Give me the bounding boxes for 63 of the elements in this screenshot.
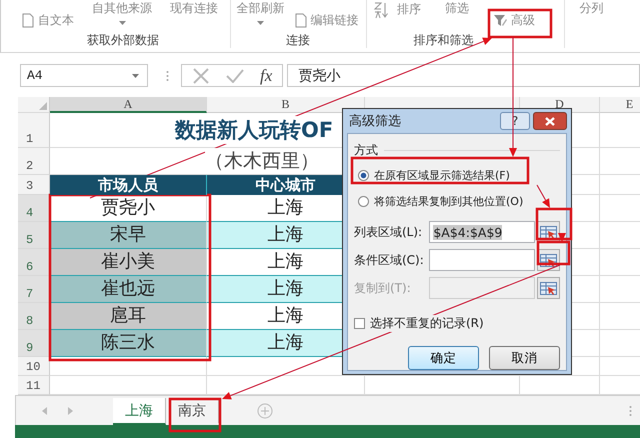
more-icon bbox=[166, 70, 169, 82]
row-number: 6 bbox=[18, 249, 50, 276]
name-box[interactable]: A4 bbox=[20, 64, 148, 87]
insert-function-button[interactable]: fx bbox=[260, 66, 272, 86]
document-icon bbox=[22, 12, 34, 28]
scroll-right-icon[interactable] bbox=[68, 406, 73, 414]
sheet-tab[interactable]: 南京 bbox=[166, 398, 219, 423]
row-number: 4 bbox=[18, 195, 50, 222]
formula-field[interactable]: 贾尧小 bbox=[287, 64, 640, 87]
dialog-button[interactable]: 取消 bbox=[489, 346, 560, 370]
column-header[interactable]: B bbox=[207, 97, 365, 113]
highlight-box bbox=[488, 8, 552, 38]
row-number: 8 bbox=[18, 303, 50, 330]
row-number: 2 bbox=[18, 148, 50, 175]
scroll-left-icon[interactable] bbox=[42, 406, 47, 414]
group-label: 获取外部数据 bbox=[86, 32, 160, 48]
close-icon bbox=[545, 116, 555, 126]
group-label: 排序和筛选 bbox=[412, 32, 475, 48]
highlight-box bbox=[168, 398, 222, 432]
row-number: 7 bbox=[18, 276, 50, 303]
table-cell: 陈三水 bbox=[50, 330, 207, 357]
more-icon[interactable] bbox=[629, 404, 632, 416]
highlight-box bbox=[536, 208, 572, 240]
table-cell: 崔也远 bbox=[50, 276, 207, 303]
header-cell: 市场人员 bbox=[50, 175, 207, 195]
cancel-icon[interactable] bbox=[192, 66, 210, 84]
caret-icon bbox=[257, 21, 264, 25]
column-header[interactable]: A bbox=[50, 97, 207, 113]
annotation-arrow bbox=[536, 184, 550, 208]
row-number: 9 bbox=[18, 330, 50, 357]
group-label: 连接 bbox=[285, 32, 312, 48]
select-all-icon[interactable] bbox=[39, 102, 47, 110]
check-icon[interactable] bbox=[226, 68, 244, 82]
caret-icon bbox=[118, 21, 126, 25]
table-cell: 扈耳 bbox=[50, 303, 207, 330]
close-button[interactable] bbox=[533, 112, 567, 130]
row-number: 3 bbox=[18, 175, 50, 195]
range-picker-icon bbox=[540, 282, 557, 294]
highlight-box bbox=[536, 240, 570, 266]
sheet-tab[interactable]: 上海 bbox=[113, 398, 166, 425]
funnel-icon bbox=[492, 13, 507, 27]
caret-icon bbox=[132, 74, 139, 78]
table-cell: 宋早 bbox=[50, 222, 207, 249]
row-number: 5 bbox=[18, 222, 50, 249]
add-sheet-icon[interactable] bbox=[257, 402, 273, 418]
row-number: 10 bbox=[18, 357, 50, 376]
sort-icon bbox=[372, 1, 389, 19]
range-field[interactable] bbox=[429, 277, 535, 299]
table-cell: 贾尧小 bbox=[50, 195, 207, 222]
range-picker-icon bbox=[540, 226, 557, 238]
column-header[interactable]: E bbox=[600, 97, 640, 113]
range-field[interactable] bbox=[429, 249, 535, 271]
range-picker-button[interactable] bbox=[536, 277, 560, 299]
sheet-title: 数据新人玩转OF bbox=[175, 116, 334, 144]
table-cell: 崔小美 bbox=[50, 249, 207, 276]
annotation-arrow bbox=[558, 232, 566, 242]
row-number: 11 bbox=[18, 376, 50, 395]
range-field[interactable]: $A$4:$A$9 bbox=[429, 221, 535, 243]
dialog-title: 高级筛选 bbox=[348, 113, 401, 130]
dialog-button[interactable]: 确定 bbox=[408, 346, 479, 370]
section-label: 方式 bbox=[354, 142, 378, 159]
document-icon bbox=[294, 12, 307, 28]
row-number: 1 bbox=[18, 113, 50, 148]
